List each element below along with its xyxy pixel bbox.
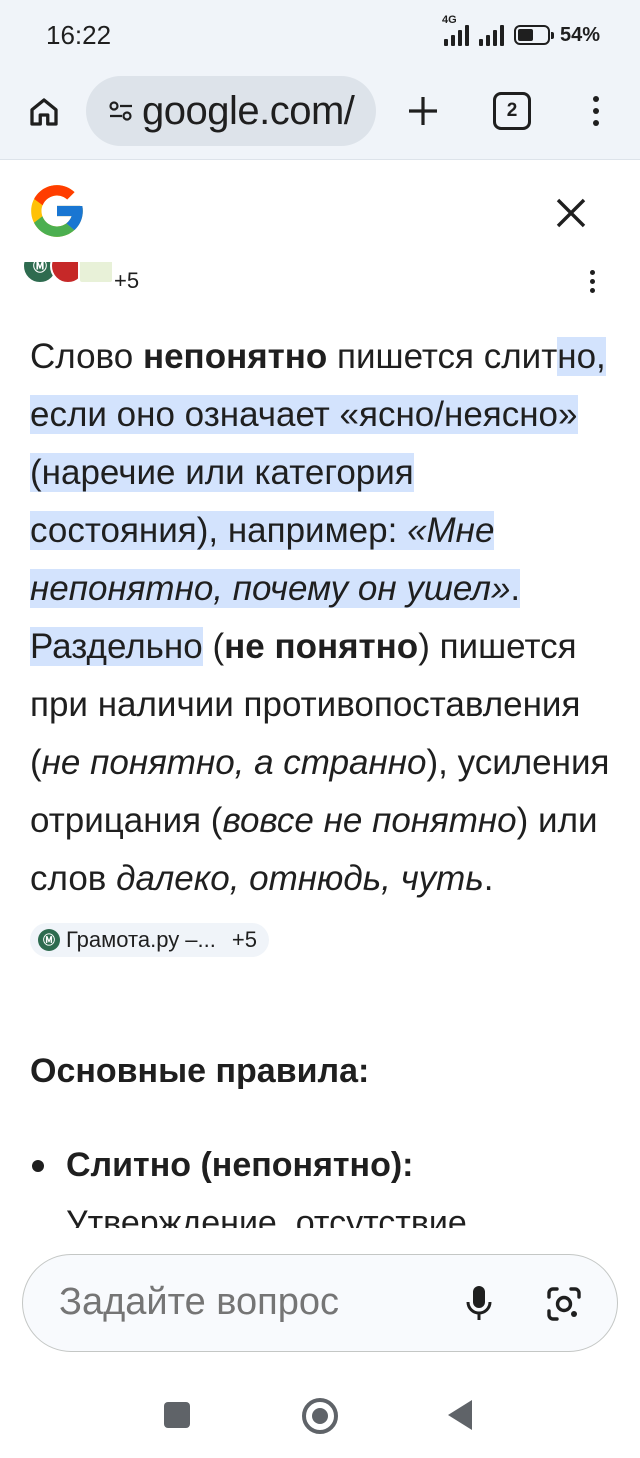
rule-text: Утверждение, отсутствие (66, 1204, 467, 1228)
google-lens-icon (547, 1287, 581, 1321)
answer-bold: непонятно (142, 337, 328, 376)
ask-input[interactable] (59, 1281, 459, 1324)
signal-4g-icon: 4G (442, 14, 469, 46)
answer-text: ( (202, 627, 225, 666)
source-favicons: Ⓜ (22, 262, 114, 284)
source-favicon-icon (78, 262, 114, 284)
home-icon (30, 98, 58, 126)
browser-toolbar: google.com/ 2 (0, 70, 640, 160)
home-button[interactable] (24, 92, 64, 132)
status-bar: 16:22 4G 54% (0, 0, 640, 70)
google-header (0, 162, 640, 262)
plus-icon (409, 97, 437, 125)
new-tab-button[interactable] (400, 88, 446, 134)
home-nav-icon[interactable] (302, 1398, 338, 1434)
status-indicators: 4G 54% (442, 14, 600, 50)
answer-italic: вовсе не понятно (222, 801, 517, 840)
ai-answer-text: Слово непонятно пишется слитно, если оно… (30, 328, 610, 966)
answer-text: пишется слит (327, 337, 558, 376)
source-chip-count: +5 (231, 927, 257, 952)
rule-title: Слитно (непонятно): (66, 1146, 414, 1184)
google-g-logo[interactable] (26, 180, 88, 242)
source-chip[interactable]: Ⓜ Грамота.ру –... +5 (30, 923, 269, 957)
address-bar[interactable]: google.com/ (86, 76, 376, 146)
tab-switcher-button[interactable]: 2 (493, 92, 531, 130)
voice-search-button[interactable] (459, 1281, 499, 1327)
close-button[interactable] (548, 190, 594, 236)
answer-bold: не понятно (224, 627, 419, 666)
recents-icon[interactable] (164, 1402, 190, 1428)
answer-italic: далеко, отнюдь, чуть (116, 859, 484, 898)
battery-icon (513, 25, 554, 45)
answer-italic: не понятно, а странно (41, 743, 427, 782)
mic-icon (466, 1286, 492, 1320)
list-item: Слитно (непонятно): Утверждение, отсутст… (30, 1136, 610, 1228)
answer-text: Слово (30, 337, 143, 376)
url-text[interactable]: google.com/ (142, 89, 355, 134)
source-chip-label: Грамота.ру –... (66, 927, 216, 952)
answer-text: . (483, 859, 494, 898)
rules-list: Слитно (непонятно): Утверждение, отсутст… (30, 1136, 610, 1228)
back-icon[interactable] (448, 1400, 472, 1430)
status-time: 16:22 (46, 20, 112, 50)
sources-row[interactable]: Ⓜ +5 (0, 262, 640, 302)
sources-count: +5 (114, 268, 140, 293)
lens-search-button[interactable] (541, 1281, 587, 1327)
system-nav-bar (0, 1372, 640, 1458)
network-label: 4G (441, 14, 457, 26)
signal-icon (478, 24, 504, 46)
ask-bar[interactable] (22, 1254, 618, 1352)
battery-percent: 54% (559, 23, 600, 46)
close-icon (556, 198, 586, 228)
more-options-icon[interactable] (590, 270, 595, 293)
section-title: Основные правила: (30, 1052, 370, 1090)
tune-icon[interactable] (104, 96, 138, 126)
gramota-favicon-icon: Ⓜ (38, 929, 60, 951)
more-vert-icon[interactable] (582, 88, 610, 134)
highlighted-text[interactable]: но, если оно означает «ясно/неясно» (нар… (30, 337, 606, 666)
